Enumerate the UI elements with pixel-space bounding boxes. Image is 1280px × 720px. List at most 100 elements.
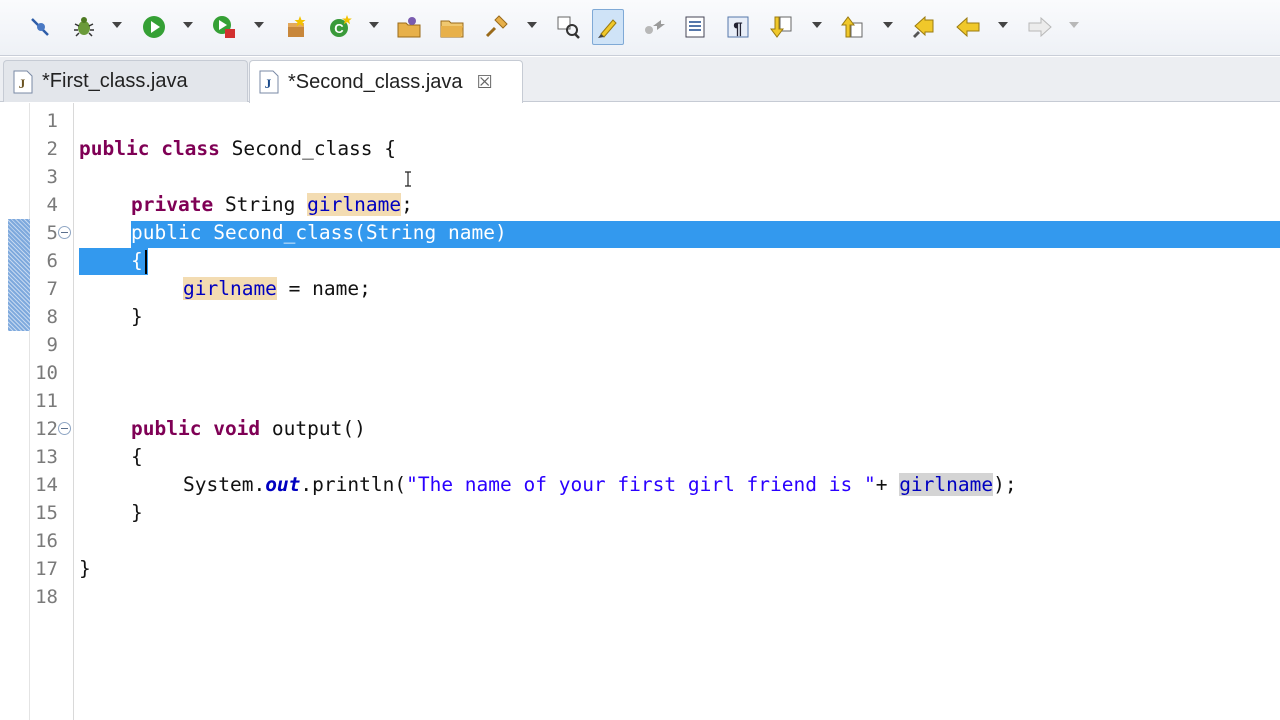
open-folder-icon xyxy=(440,20,464,38)
forward-icon xyxy=(1028,16,1052,38)
line-number: 13 xyxy=(35,446,58,468)
line-number: 10 xyxy=(35,362,58,384)
tab-first-class[interactable]: J *First_class.java xyxy=(3,60,248,102)
previous-annotation-dropdown[interactable] xyxy=(883,22,893,28)
line-number: 2 xyxy=(46,138,58,160)
run-coverage-icon xyxy=(213,16,235,38)
tab-label: *Second_class.java xyxy=(288,70,463,93)
line-number: 14 xyxy=(35,474,58,496)
selection-marker xyxy=(8,219,32,331)
mark-occurrences-icon xyxy=(598,19,617,38)
tab-label: *First_class.java xyxy=(42,70,188,92)
code-line-15[interactable]: } xyxy=(131,499,143,527)
coverage-button[interactable] xyxy=(208,9,240,45)
line-number: 12 xyxy=(35,418,58,440)
back-button[interactable] xyxy=(952,9,984,45)
close-tab-icon[interactable]: ☒ xyxy=(477,72,493,93)
run-button[interactable] xyxy=(138,9,170,45)
line-number: 7 xyxy=(46,278,58,300)
skip-breakpoints-button[interactable] xyxy=(24,9,56,45)
svg-text:¶: ¶ xyxy=(733,19,742,38)
run-icon xyxy=(143,16,165,38)
mark-occurrences-button[interactable] xyxy=(592,9,624,45)
line-number: 17 xyxy=(35,558,58,580)
show-whitespace-icon: ¶ xyxy=(727,16,749,38)
svg-text:J: J xyxy=(19,76,26,91)
java-file-icon: J xyxy=(13,70,33,93)
string-literal: "The name of your first girl friend is " xyxy=(406,473,876,496)
code-line-5[interactable]: public Second_class(String name) xyxy=(131,219,507,247)
code-line-2[interactable]: public class Second_class { xyxy=(79,135,396,163)
line-number: 9 xyxy=(46,334,58,356)
line-number: 18 xyxy=(35,586,58,608)
show-source-button[interactable] xyxy=(679,9,711,45)
field-occurrence: girlname xyxy=(899,473,994,496)
tab-second-class[interactable]: J *Second_class.java ☒ xyxy=(249,60,523,103)
search-button[interactable] xyxy=(480,9,512,45)
block-selection-button[interactable] xyxy=(638,9,670,45)
back-dropdown[interactable] xyxy=(998,22,1008,28)
block-selection-icon xyxy=(645,20,665,34)
search-icon xyxy=(485,15,508,38)
main-toolbar: C ¶ xyxy=(0,0,1280,56)
line-number: 6 xyxy=(46,250,58,272)
show-whitespace-button[interactable]: ¶ xyxy=(722,9,754,45)
code-line-8[interactable]: } xyxy=(131,303,143,331)
line-number: 5 xyxy=(46,222,58,244)
line-number: 15 xyxy=(35,502,58,524)
collapse-method-icon[interactable] xyxy=(58,422,71,435)
debug-icon xyxy=(74,17,94,37)
new-package-button[interactable] xyxy=(280,9,312,45)
overview-ruler xyxy=(5,103,32,720)
new-java-package-icon xyxy=(288,16,306,37)
code-line-13[interactable]: { xyxy=(131,443,143,471)
editor-tab-bar: J *First_class.java J *Second_class.java… xyxy=(0,57,1280,103)
open-type-button[interactable] xyxy=(393,9,425,45)
open-type-icon xyxy=(397,17,421,38)
collapse-constructor-icon[interactable] xyxy=(58,226,71,239)
code-editor[interactable]: 1 2 3 4 5 6 7 8 9 10 11 12 13 14 15 16 1… xyxy=(0,103,1280,720)
run-dropdown[interactable] xyxy=(183,22,193,28)
next-annotation-dropdown[interactable] xyxy=(812,22,822,28)
line-number: 16 xyxy=(35,530,58,552)
open-task-button[interactable] xyxy=(552,9,584,45)
last-edit-location-icon xyxy=(913,15,934,38)
svg-text:J: J xyxy=(265,76,272,91)
svg-text:C: C xyxy=(334,21,344,36)
forward-button[interactable] xyxy=(1024,9,1056,45)
debug-dropdown[interactable] xyxy=(112,22,122,28)
java-file-icon: J xyxy=(259,70,279,94)
show-source-icon xyxy=(685,16,705,38)
code-line-6[interactable]: { xyxy=(131,247,143,275)
line-number: 11 xyxy=(35,390,58,412)
new-java-class-icon: C xyxy=(330,15,352,37)
line-number: 4 xyxy=(46,194,58,216)
back-icon xyxy=(956,16,980,38)
code-line-14[interactable]: System.out.println("The name of your fir… xyxy=(183,471,1017,499)
text-caret xyxy=(145,250,147,274)
skip-breakpoints-icon xyxy=(31,18,49,36)
coverage-dropdown[interactable] xyxy=(254,22,264,28)
code-line-7[interactable]: girlname = name; xyxy=(183,275,371,303)
line-number: 3 xyxy=(46,166,58,188)
forward-dropdown[interactable] xyxy=(1069,22,1079,28)
line-number: 1 xyxy=(46,110,58,132)
new-class-button[interactable]: C xyxy=(324,9,356,45)
open-task-icon xyxy=(557,16,580,39)
code-line-17[interactable]: } xyxy=(79,555,91,583)
field-occurrence: girlname xyxy=(183,277,277,300)
open-folder-button[interactable] xyxy=(436,9,468,45)
debug-button[interactable] xyxy=(68,9,100,45)
next-annotation-button[interactable] xyxy=(765,9,797,45)
code-line-4[interactable]: private String girlname; xyxy=(131,191,413,219)
last-edit-location-button[interactable] xyxy=(908,9,940,45)
new-class-dropdown[interactable] xyxy=(369,22,379,28)
text-cursor-icon xyxy=(405,171,411,187)
previous-annotation-button[interactable] xyxy=(836,9,868,45)
next-annotation-icon xyxy=(770,16,792,38)
code-line-12[interactable]: public void output() xyxy=(131,415,366,443)
line-number: 8 xyxy=(46,306,58,328)
field-occurrence: girlname xyxy=(307,193,402,216)
search-dropdown[interactable] xyxy=(527,22,537,28)
previous-annotation-icon xyxy=(841,16,863,38)
